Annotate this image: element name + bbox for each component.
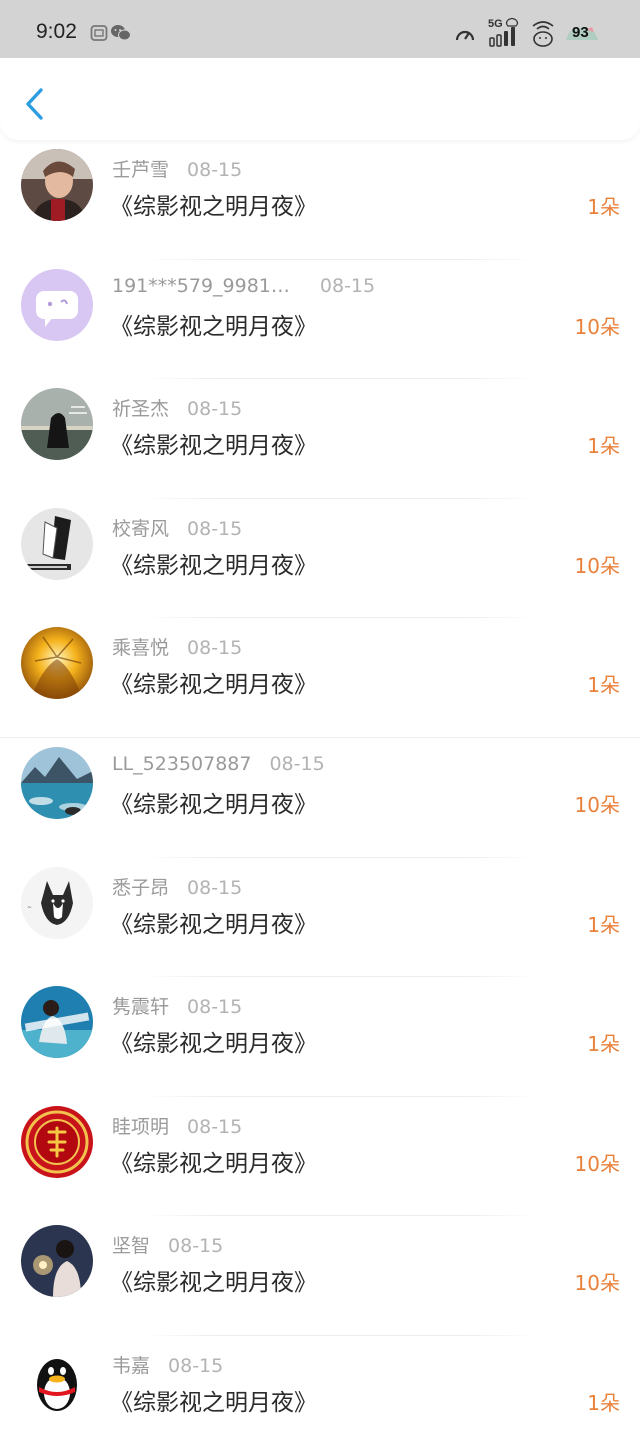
user-name: 乘喜悦	[112, 637, 170, 660]
gift-amount: 10朵	[574, 1151, 620, 1176]
row-meta: 悉子昂 08-15	[112, 873, 242, 900]
gift-date: 08-15	[187, 637, 243, 660]
avatar[interactable]	[21, 268, 93, 341]
status-time: 9:02	[36, 20, 77, 43]
signal-5g-icon: 5G	[488, 16, 524, 52]
book-title: 《综影视之明月夜》	[110, 672, 317, 699]
avatar[interactable]	[21, 746, 93, 819]
gift-date: 08-15	[269, 752, 325, 775]
user-name: LL_523507887	[112, 752, 252, 775]
row-meta: 乘喜悦 08-15	[112, 633, 242, 660]
gift-date: 08-15	[187, 996, 243, 1019]
row-meta: 隽震轩 08-15	[112, 992, 242, 1019]
book-title: 《综影视之明月夜》	[110, 1150, 317, 1177]
gift-date: 08-15	[187, 159, 243, 181]
gift-date: 08-15	[168, 1235, 224, 1258]
wechat-notification-icon	[110, 24, 132, 46]
list-item[interactable]: 壬芦雪 08-15 《综影视之明月夜》 1朵	[0, 140, 640, 260]
svg-text:5G: 5G	[488, 18, 503, 30]
network-speed-icon	[454, 24, 476, 48]
list-item[interactable]: 乘喜悦 08-15 《综影视之明月夜》 1朵	[0, 618, 640, 738]
gift-amount: 1朵	[587, 673, 620, 698]
gift-record-list: 壬芦雪 08-15 《综影视之明月夜》 1朵 191***579_9981… 08-…	[0, 140, 640, 1456]
wifi-cat-icon	[530, 20, 556, 52]
book-title: 《综影视之明月夜》	[110, 1270, 317, 1297]
user-name: 祈圣杰	[112, 398, 170, 421]
list-item[interactable]: 校寄风 08-15 《综影视之明月夜》 10朵	[0, 499, 640, 619]
gift-date: 08-15	[319, 274, 376, 297]
book-title: 《综影视之明月夜》	[110, 313, 317, 340]
book-title: 《综影视之明月夜》	[110, 552, 317, 579]
book-title: 《综影视之明月夜》	[110, 433, 317, 460]
status-bar: 9:02 5G 93	[0, 0, 640, 62]
avatar[interactable]	[21, 986, 93, 1059]
gift-date: 08-15	[168, 1354, 224, 1377]
row-meta: LL_523507887 08-15	[112, 753, 325, 775]
gift-amount: 10朵	[574, 553, 620, 578]
gift-amount: 10朵	[574, 314, 620, 339]
avatar[interactable]	[21, 388, 93, 461]
row-meta: 韦嘉 08-15	[112, 1351, 223, 1378]
list-item[interactable]: 韦嘉 08-15 《综影视之明月夜》 1朵	[0, 1336, 640, 1456]
row-meta: 校寄风 08-15	[112, 514, 242, 541]
gift-amount: 1朵	[587, 912, 620, 937]
gift-date: 08-15	[187, 398, 243, 421]
book-title: 《综影视之明月夜》	[110, 911, 317, 938]
gift-amount: 10朵	[574, 792, 620, 817]
gift-date: 08-15	[187, 1115, 243, 1138]
user-name: 191***579_9981…	[112, 274, 290, 297]
nav-header	[0, 58, 640, 140]
list-item[interactable]: LL_523507887 08-15 《综影视之明月夜》 10朵	[0, 738, 640, 858]
user-name: 隽震轩	[112, 996, 170, 1019]
user-name: 坚智	[112, 1235, 151, 1258]
gift-amount: 1朵	[587, 1032, 620, 1057]
list-item[interactable]: ~ 悉子昂 08-15 《综影视之明月夜》 1朵	[0, 858, 640, 978]
gift-amount: 1朵	[587, 195, 620, 219]
back-button[interactable]	[22, 86, 48, 122]
row-meta: 壬芦雪 08-15	[112, 155, 242, 182]
user-name: 壬芦雪	[112, 159, 170, 181]
gallery-notification-icon	[90, 24, 108, 46]
list-item[interactable]: 隽震轩 08-15 《综影视之明月夜》 1朵	[0, 977, 640, 1097]
user-name: 悉子昂	[112, 876, 170, 899]
row-meta: 祈圣杰 08-15	[112, 394, 242, 421]
row-meta: 眭项明 08-15	[112, 1112, 242, 1139]
svg-text:~: ~	[27, 904, 32, 911]
row-meta: 191***579_9981… 08-15	[112, 275, 375, 297]
gift-date: 08-15	[187, 876, 243, 899]
row-meta: 坚智 08-15	[112, 1231, 223, 1258]
avatar[interactable]	[21, 1225, 93, 1298]
list-item[interactable]: 眭项明 08-15 《综影视之明月夜》 10朵	[0, 1097, 640, 1217]
list-item[interactable]: 坚智 08-15 《综影视之明月夜》 10朵	[0, 1216, 640, 1336]
battery-level: 93	[572, 24, 589, 41]
avatar[interactable]: ~	[21, 866, 93, 939]
book-title: 《综影视之明月夜》	[110, 1031, 317, 1058]
book-title: 《综影视之明月夜》	[110, 194, 317, 220]
user-name: 韦嘉	[112, 1354, 151, 1377]
avatar[interactable]	[21, 627, 93, 700]
gift-amount: 10朵	[574, 1271, 620, 1296]
book-title: 《综影视之明月夜》	[110, 791, 317, 818]
avatar[interactable]	[21, 1105, 93, 1178]
list-item[interactable]: 191***579_9981… 08-15 《综影视之明月夜》 10朵	[0, 260, 640, 380]
user-name: 眭项明	[112, 1115, 170, 1138]
avatar[interactable]	[21, 149, 93, 221]
list-item[interactable]: 祈圣杰 08-15 《综影视之明月夜》 1朵	[0, 379, 640, 499]
gift-amount: 1朵	[587, 434, 620, 459]
user-name: 校寄风	[112, 517, 170, 540]
book-title: 《综影视之明月夜》	[110, 1389, 317, 1416]
chevron-left-icon	[22, 88, 48, 126]
gift-amount: 1朵	[587, 1390, 620, 1415]
gift-date: 08-15	[187, 517, 243, 540]
avatar[interactable]	[21, 507, 93, 580]
avatar[interactable]	[21, 1344, 93, 1417]
